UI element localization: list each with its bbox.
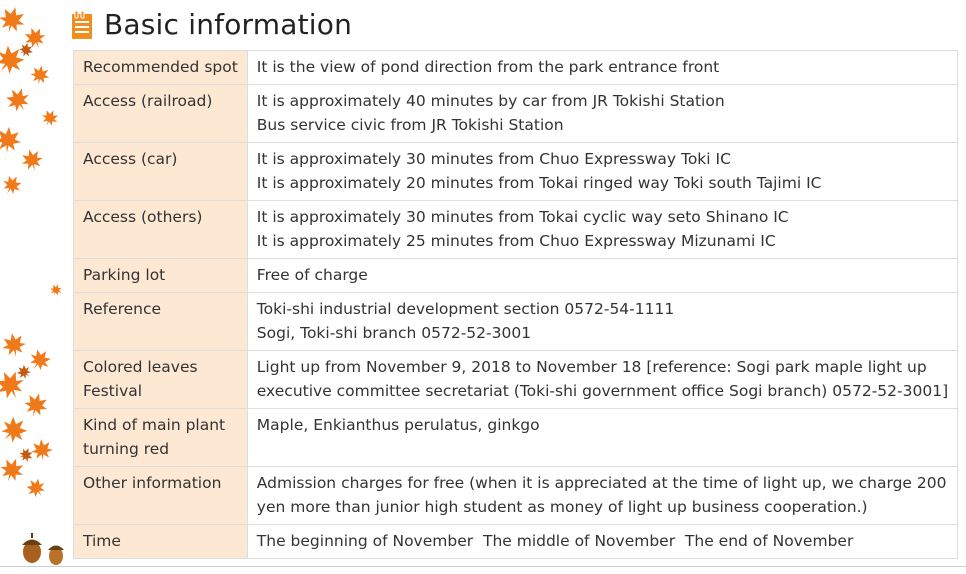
row-label: Access (railroad)	[73, 84, 248, 143]
row-value-text: Sogi, Toki-shi branch 0572-52-3001	[256, 324, 532, 342]
row-value: It is approximately 40 minutes by car fr…	[246, 84, 959, 143]
row-label-text: Access (railroad)	[83, 92, 213, 110]
basic-information-table: Recommended spot It is the view of pond d…	[73, 50, 959, 559]
table-row: Access (others) It is approximately 30 mi…	[73, 200, 959, 259]
table-row: Access (railroad) It is approximately 40 …	[73, 84, 959, 143]
row-value: Free of charge	[246, 258, 959, 293]
row-value: The beginning of November The middle of …	[246, 524, 959, 559]
row-label: Other information	[73, 466, 248, 525]
row-value-text: Admission charges for free (when it is a…	[256, 474, 947, 492]
row-label: Recommended spot	[73, 50, 248, 85]
row-label-text: Reference	[83, 300, 162, 318]
table-body: Recommended spot It is the view of pond d…	[73, 50, 959, 559]
row-label: Access (others)	[73, 200, 248, 259]
table-row: Access (car) It is approximately 30 minut…	[73, 142, 959, 201]
acorn-icon	[22, 533, 64, 565]
row-value-text: Toki-shi industrial development section …	[256, 300, 675, 318]
row-value-text: The beginning of November The middle of …	[256, 532, 854, 550]
row-label: Kind of main plant turning red	[73, 408, 248, 467]
page-title: Basic information	[104, 8, 353, 41]
row-value-text: It is approximately 40 minutes by car fr…	[256, 92, 725, 110]
row-label: Reference	[73, 292, 248, 351]
row-label-text: Festival	[83, 382, 143, 400]
row-value: Maple, Enkianthus perulatus, ginkgo	[246, 408, 959, 467]
row-value-text: It is the view of pond direction from th…	[256, 58, 720, 76]
row-label-text: Access (others)	[83, 208, 203, 226]
row-label: Colored leaves Festival	[73, 350, 248, 409]
row-value-text: It is approximately 30 minutes from Toka…	[256, 208, 789, 226]
row-label-text: Access (car)	[83, 150, 178, 168]
row-label-text: Kind of main plant	[83, 416, 226, 434]
table-row: Time The beginning of November The middle…	[73, 524, 959, 559]
row-label-text: Time	[83, 532, 121, 550]
row-value: Toki-shi industrial development section …	[246, 292, 959, 351]
row-label-text: Recommended spot	[83, 58, 238, 76]
table-row: Reference Toki-shi industrial development…	[73, 292, 959, 351]
row-label-text: Parking lot	[83, 266, 166, 284]
table-row: Other information Admission charges for f…	[73, 466, 959, 525]
table-row: Parking lot Free of charge	[73, 258, 959, 293]
table-row: Colored leaves Festival Light up from Nove…	[73, 350, 959, 409]
row-label-text: Colored leaves	[83, 358, 198, 376]
document-icon	[72, 11, 92, 39]
row-value: Light up from November 9, 2018 to Novemb…	[246, 350, 959, 409]
row-label-text: Other information	[83, 474, 222, 492]
row-value-text: Bus service civic from JR Tokishi Statio…	[256, 116, 564, 134]
row-value-text: yen more than junior high student as mon…	[256, 498, 868, 516]
row-label-text: turning red	[83, 440, 170, 458]
row-value: It is approximately 30 minutes from Toka…	[246, 200, 959, 259]
row-value-text: It is approximately 20 minutes from Toka…	[256, 174, 822, 192]
row-value-text: It is approximately 30 minutes from Chuo…	[256, 150, 731, 168]
divider	[0, 566, 966, 567]
row-label: Time	[73, 524, 248, 559]
section-heading: Basic information	[72, 6, 352, 44]
row-value-text: Free of charge	[256, 266, 368, 284]
row-value-text: Light up from November 9, 2018 to Novemb…	[256, 358, 927, 376]
row-value: It is the view of pond direction from th…	[246, 50, 959, 85]
row-value: It is approximately 30 minutes from Chuo…	[246, 142, 959, 201]
row-label: Parking lot	[73, 258, 248, 293]
row-value-text: It is approximately 25 minutes from Chuo…	[256, 232, 776, 250]
row-value-text: executive committee secretariat (Toki-sh…	[256, 382, 949, 400]
maple-leaves-decoration-icon	[0, 3, 64, 502]
row-label: Access (car)	[73, 142, 248, 201]
page: Basic information Recommended spot It is …	[0, 0, 966, 574]
table-row: Kind of main plant turning red Maple, Enki…	[73, 408, 959, 467]
row-value: Admission charges for free (when it is a…	[246, 466, 959, 525]
table-row: Recommended spot It is the view of pond d…	[73, 50, 959, 85]
row-value-text: Maple, Enkianthus perulatus, ginkgo	[256, 416, 540, 434]
